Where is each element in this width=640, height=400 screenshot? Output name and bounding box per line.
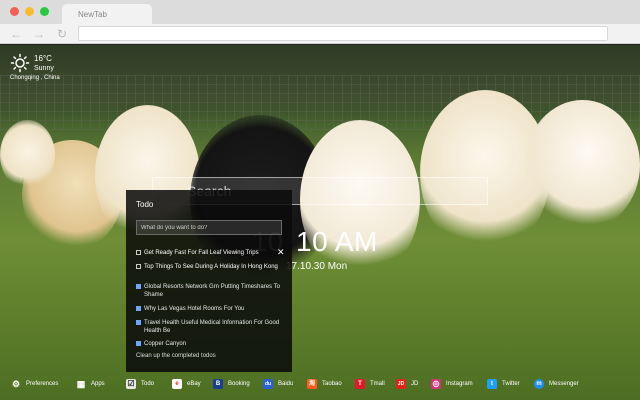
todo-item[interactable]: Travel Health Useful Medical Information…: [136, 319, 282, 335]
browser-tab[interactable]: NewTab: [62, 4, 152, 24]
puppy-shape: [0, 120, 55, 190]
todo-item-text: Top Things To See During A Holiday In Ho…: [144, 264, 278, 270]
shortcut-label: Todo: [141, 381, 155, 387]
browser-tab-strip: NewTab: [0, 0, 640, 24]
clock-time: 10 AM: [296, 226, 378, 257]
shortcut-label: Preferences: [26, 381, 59, 387]
gear-icon: ⚙: [11, 379, 21, 389]
shortcut-label: Baidu: [278, 381, 294, 387]
browser-toolbar: ← → ↻: [0, 24, 640, 44]
todo-title: Todo: [136, 200, 154, 209]
todo-item-text: Copper Canyon: [144, 341, 187, 347]
back-arrow-icon[interactable]: ←: [10, 26, 22, 42]
shortcut-label: JD: [411, 381, 419, 387]
weather-location: Chongqing , China: [10, 75, 60, 81]
messenger-icon: m: [534, 379, 544, 389]
todo-checkbox[interactable]: [136, 306, 141, 311]
shortcut-label: Messenger: [549, 381, 579, 387]
todo-checkbox[interactable]: [136, 320, 141, 325]
todo-panel: Todo Get Ready Fast For Fall Leaf Viewin…: [126, 190, 292, 372]
instagram-icon: ◎: [431, 379, 441, 389]
reload-icon[interactable]: ↻: [57, 26, 67, 42]
shortcut-label: Booking: [228, 381, 250, 387]
todo-item[interactable]: Copper Canyon: [136, 340, 282, 348]
clear-completed-button[interactable]: Clean up the completed todos: [136, 353, 216, 359]
apps-grid-icon: ▦: [76, 379, 86, 389]
forward-arrow-icon[interactable]: →: [33, 26, 45, 42]
taobao-icon: 淘: [307, 379, 317, 389]
baidu-icon: du: [263, 379, 273, 389]
weather-condition: Sunny: [34, 65, 54, 72]
shortcut-label: eBay: [187, 381, 201, 387]
todo-item[interactable]: Global Resorts Network Grn Putting Times…: [136, 283, 282, 299]
shortcut-label: Taobao: [322, 381, 342, 387]
twitter-icon: t: [487, 379, 497, 389]
todo-checkbox[interactable]: [136, 341, 141, 346]
todo-item[interactable]: Why Las Vegas Hotel Rooms For You: [136, 305, 282, 313]
bottom-shortcut-bar: ⚙ Preferences ▦ Apps ☑ Todo e eBay B Boo…: [0, 372, 640, 400]
shortcut-label: Apps: [91, 381, 105, 387]
todo-checkbox[interactable]: [136, 250, 141, 255]
close-icon[interactable]: ✕: [277, 248, 285, 257]
todo-item-text: Global Resorts Network Grn Putting Times…: [144, 284, 280, 298]
todo-checkbox[interactable]: [136, 284, 141, 289]
todo-item[interactable]: Get Ready Fast For Fall Leaf Viewing Tri…: [136, 249, 282, 257]
address-bar[interactable]: [78, 26, 608, 41]
weather-temperature: 16°C: [34, 54, 52, 63]
ebay-icon: e: [172, 379, 182, 389]
maximize-window-button[interactable]: [40, 7, 49, 16]
shortcut-label: Instagram: [446, 381, 473, 387]
minimize-window-button[interactable]: [25, 7, 34, 16]
todo-item-text: Get Ready Fast For Fall Leaf Viewing Tri…: [144, 250, 259, 256]
tmall-icon: T: [355, 379, 365, 389]
close-window-button[interactable]: [10, 7, 19, 16]
jd-icon: JD: [396, 379, 406, 389]
puppy-shape: [525, 100, 640, 230]
todo-checkbox[interactable]: [136, 264, 141, 269]
shortcut-label: Tmall: [370, 381, 385, 387]
booking-icon: B: [213, 379, 223, 389]
todo-item-text: Travel Health Useful Medical Information…: [144, 320, 280, 334]
todo-item[interactable]: Top Things To See During A Holiday In Ho…: [136, 263, 282, 271]
sun-icon: [10, 53, 30, 73]
todo-input[interactable]: [136, 220, 282, 235]
clock-date: 17.10.30 Mon: [286, 261, 348, 272]
tab-title: NewTab: [78, 10, 107, 19]
background-photo: [0, 45, 640, 400]
todo-item-text: Why Las Vegas Hotel Rooms For You: [144, 306, 245, 312]
shortcut-label: Twitter: [502, 381, 520, 387]
checkbox-icon: ☑: [126, 379, 136, 389]
